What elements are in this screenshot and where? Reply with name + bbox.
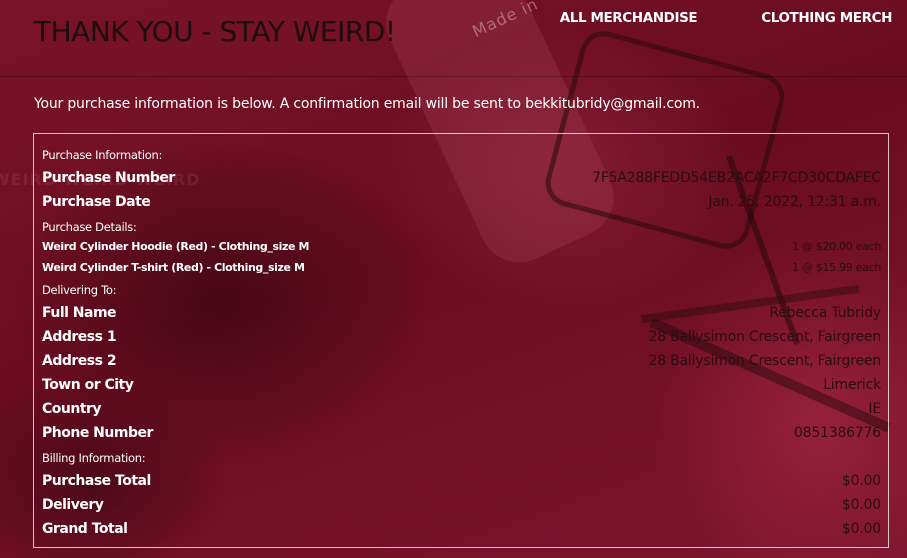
purchase-date-value: Jan. 25, 2022, 12:31 a.m.: [708, 194, 881, 210]
billing-value: $0.00: [841, 521, 881, 537]
delivery-label: Address 1: [42, 329, 117, 345]
purchase-number-row: Purchase Number 7F5A288FEDD54EB2ACA2F7CD…: [42, 170, 881, 186]
header-divider: [0, 76, 907, 77]
delivery-value: Rebecca Tubridy: [769, 305, 881, 321]
delivery-value: 28 Ballysimon Crescent, Fairgreen: [648, 329, 881, 345]
billing-label: Purchase Total: [42, 473, 151, 489]
line-item-name: Weird Cylinder T-shirt (Red) - Clothing_…: [42, 261, 305, 274]
purchase-date-row: Purchase Date Jan. 25, 2022, 12:31 a.m.: [42, 194, 881, 210]
delivery-label: Town or City: [42, 377, 134, 393]
purchase-date-label: Purchase Date: [42, 194, 151, 210]
order-summary-panel: Purchase Information: Purchase Number 7F…: [33, 133, 889, 548]
delivery-value: 0851386776: [793, 425, 881, 441]
nav-clothing-merch[interactable]: CLOTHING MERCH: [697, 10, 892, 26]
billing-label: Delivery: [42, 497, 104, 513]
delivery-value: 28 Ballysimon Crescent, Fairgreen: [648, 353, 881, 369]
line-item-qty: 1 @ $20.00 each: [791, 240, 881, 253]
purchase-number-label: Purchase Number: [42, 170, 175, 186]
delivery-label: Address 2: [42, 353, 117, 369]
section-billing-information: Billing Information:: [42, 451, 146, 465]
purchase-number-value: 7F5A288FEDD54EB2ACA2F7CD30CDAFEC: [592, 170, 881, 186]
top-nav: ALL MERCHANDISE CLOTHING MERCH: [560, 10, 893, 26]
delivery-row: Full Name Rebecca Tubridy: [42, 305, 881, 321]
line-item: Weird Cylinder T-shirt (Red) - Clothing_…: [42, 261, 881, 274]
page-title: THANK YOU - STAY WEIRD!: [34, 15, 396, 48]
delivery-value: IE: [868, 401, 881, 417]
nav-all-merchandise[interactable]: ALL MERCHANDISE: [560, 10, 698, 26]
delivery-row: Address 2 28 Ballysimon Crescent, Fairgr…: [42, 353, 881, 369]
line-item-name: Weird Cylinder Hoodie (Red) - Clothing_s…: [42, 240, 310, 253]
section-purchase-details: Purchase Details:: [42, 220, 137, 234]
line-item-qty: 1 @ $15.99 each: [791, 261, 881, 274]
delivery-row: Address 1 28 Ballysimon Crescent, Fairgr…: [42, 329, 881, 345]
delivery-value: Limerick: [823, 377, 881, 393]
confirmation-notice: Your purchase information is below. A co…: [34, 96, 700, 112]
delivery-row: Phone Number 0851386776: [42, 425, 881, 441]
delivery-label: Country: [42, 401, 102, 417]
billing-row: Delivery $0.00: [42, 497, 881, 513]
billing-row: Purchase Total $0.00: [42, 473, 881, 489]
section-delivering-to: Delivering To:: [42, 283, 117, 297]
delivery-row: Country IE: [42, 401, 881, 417]
billing-value: $0.00: [841, 473, 881, 489]
billing-label: Grand Total: [42, 521, 128, 537]
delivery-label: Full Name: [42, 305, 117, 321]
section-purchase-information: Purchase Information:: [42, 148, 163, 162]
delivery-label: Phone Number: [42, 425, 153, 441]
billing-row: Grand Total $0.00: [42, 521, 881, 537]
delivery-row: Town or City Limerick: [42, 377, 881, 393]
billing-value: $0.00: [841, 497, 881, 513]
line-item: Weird Cylinder Hoodie (Red) - Clothing_s…: [42, 240, 881, 253]
